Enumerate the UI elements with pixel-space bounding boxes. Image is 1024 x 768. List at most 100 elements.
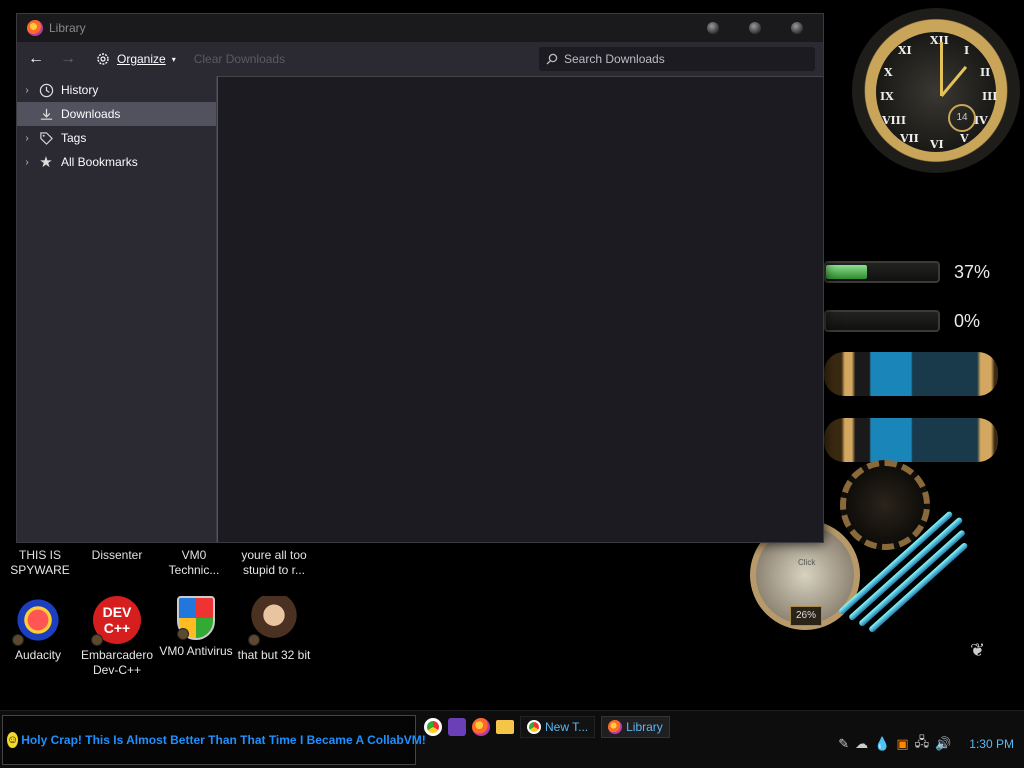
desktop-icon-label: Audacity: [14, 648, 62, 662]
chevron-right-icon[interactable]: ›: [17, 157, 37, 168]
gear-icon: [840, 460, 930, 550]
forward-button[interactable]: →: [57, 48, 79, 70]
desktop-icon-label: THIS IS: [18, 548, 61, 562]
clock-numeral: IX: [880, 90, 894, 103]
chevron-right-icon[interactable]: ›: [17, 133, 37, 144]
clock-numeral: VIII: [882, 114, 906, 127]
portrait-icon: [248, 596, 298, 646]
smiley-icon: ☺: [7, 732, 19, 748]
chrome-icon: [527, 720, 541, 734]
app-tray-icon[interactable]: ▣: [896, 736, 908, 752]
clock-icon: [37, 81, 55, 99]
sidebar-item-label: History: [61, 83, 99, 97]
desktop-icon-embarcadero-devcpp[interactable]: DEV C++ Embarcadero Dev-C++: [79, 596, 155, 678]
taskbar-quicklaunch: New T... Library: [424, 716, 670, 738]
chrome-icon[interactable]: [424, 718, 442, 736]
leaf-icon: ❦: [970, 640, 986, 660]
desktop-icon-this-is-spyware[interactable]: THIS IS SPYWARE: [2, 548, 78, 578]
desktop-icon-label-line2: Technic...: [168, 563, 220, 577]
firefox-icon: [608, 720, 623, 734]
desktop-icon-audacity[interactable]: Audacity: [0, 596, 76, 663]
taskbar-message-box: ☺ Holy Crap! This Is Almost Better Than …: [2, 715, 426, 765]
network-icon[interactable]: 🖧: [915, 733, 930, 755]
search-placeholder: Search Downloads: [564, 52, 665, 66]
gauge-tube: [824, 310, 940, 332]
task-label: Library: [626, 720, 663, 734]
desktop-icon-label: Dissenter: [91, 548, 143, 562]
organize-menu-button[interactable]: Organize ▾: [95, 51, 176, 67]
desktop-icon-label-line2: stupid to r...: [242, 563, 306, 577]
shortcut-arrow-icon: [177, 628, 189, 640]
clock-numeral: II: [980, 66, 991, 79]
window-titlebar[interactable]: Library: [17, 14, 823, 42]
sidebar-item-label: All Bookmarks: [61, 155, 138, 169]
pen-icon[interactable]: ✎: [838, 736, 849, 752]
clock-hour-hand: [940, 65, 968, 97]
library-sidebar: › History Downloads › Tags › ★ All Bookm…: [17, 76, 217, 542]
close-button[interactable]: [791, 22, 803, 34]
devcpp-icon: DEV C++: [91, 596, 141, 646]
minimize-button[interactable]: [707, 22, 719, 34]
back-button[interactable]: ←: [25, 48, 47, 70]
sidebar-item-tags[interactable]: › Tags: [17, 126, 216, 150]
droplet-icon[interactable]: 💧: [874, 736, 890, 752]
chevron-right-icon[interactable]: ›: [17, 85, 37, 96]
search-icon: [546, 53, 558, 65]
clock-numeral: IV: [974, 114, 988, 127]
small-percent-gauge: 26%: [790, 606, 822, 626]
sidebar-item-label: Tags: [61, 131, 87, 145]
desktop-icon-youre-all-too[interactable]: youre all too stupid to r...: [234, 548, 314, 578]
library-window: Library ← → Organize ▾ Clear Downloads S…: [16, 13, 824, 543]
blue-pipe-gauge: [824, 352, 998, 396]
sidebar-item-downloads[interactable]: Downloads: [17, 102, 216, 126]
downloads-list[interactable]: [217, 76, 823, 542]
sidebar-item-history[interactable]: › History: [17, 78, 216, 102]
meter-label: Click: [798, 558, 816, 567]
shortcut-arrow-icon: [12, 634, 24, 646]
library-toolbar: ← → Organize ▾ Clear Downloads Search Do…: [17, 42, 823, 76]
organize-label: Organize: [117, 52, 166, 66]
memory-gauge: 0%: [824, 305, 980, 337]
clock-numeral: V: [960, 132, 969, 145]
taskbar-clock[interactable]: 1:30 PM: [969, 737, 1014, 751]
desktop-icon-label: Embarcadero: [80, 648, 154, 662]
sidebar-item-all-bookmarks[interactable]: › ★ All Bookmarks: [17, 150, 216, 174]
desktop-icon-vm0-technic[interactable]: VM0 Technic...: [156, 548, 232, 578]
folder-icon[interactable]: [496, 720, 514, 734]
clock-face: XII I II III IV V VI VII VIII IX X XI 14: [872, 28, 1000, 156]
taskbar-message: Holy Crap! This Is Almost Better Than Th…: [21, 733, 426, 747]
volume-icon[interactable]: 🔊: [935, 736, 951, 752]
visual-studio-icon[interactable]: [448, 718, 466, 736]
task-label: New T...: [545, 720, 589, 734]
audacity-icon: [12, 596, 62, 646]
sidebar-item-label: Downloads: [61, 107, 121, 121]
shortcut-arrow-icon: [248, 634, 260, 646]
cloud-icon[interactable]: ☁: [855, 736, 868, 752]
taskbar-task-new-tab[interactable]: New T...: [520, 716, 596, 738]
search-downloads-field[interactable]: Search Downloads: [539, 47, 815, 71]
desktop-icon-dissenter[interactable]: Dissenter: [79, 548, 155, 563]
desktop-icon-label: youre all too: [241, 548, 307, 562]
shortcut-arrow-icon: [91, 634, 103, 646]
desktop-icon-that-but-32-bit[interactable]: that but 32 bit: [234, 596, 314, 663]
desktop-icon-label: that but 32 bit: [237, 648, 311, 662]
devcpp-logo-text: DEV C++: [102, 604, 132, 636]
tag-icon: [37, 129, 55, 147]
clock-numeral: XI: [898, 44, 912, 57]
desktop-icon-label: VM0: [181, 548, 207, 562]
desktop-icon-vm0-antivirus[interactable]: VM0 Antivirus: [156, 596, 236, 659]
maximize-button[interactable]: [749, 22, 761, 34]
firefox-icon: [27, 20, 43, 36]
blue-pipe-gauge: [824, 418, 998, 462]
firefox-icon[interactable]: [472, 718, 490, 736]
desktop-icon-label: VM0 Antivirus: [159, 644, 233, 658]
shield-icon: [177, 596, 215, 640]
taskbar: ☺ Holy Crap! This Is Almost Better Than …: [0, 710, 1024, 768]
clear-downloads-button[interactable]: Clear Downloads: [194, 52, 285, 66]
library-body: › History Downloads › Tags › ★ All Bookm…: [17, 76, 823, 542]
taskbar-task-library[interactable]: Library: [601, 716, 670, 738]
cpu-gauge: 37%: [824, 256, 990, 288]
gauge-percent: 0%: [954, 310, 981, 331]
chevron-down-icon: ▾: [171, 54, 176, 64]
clock-minute-hand: [940, 42, 943, 96]
